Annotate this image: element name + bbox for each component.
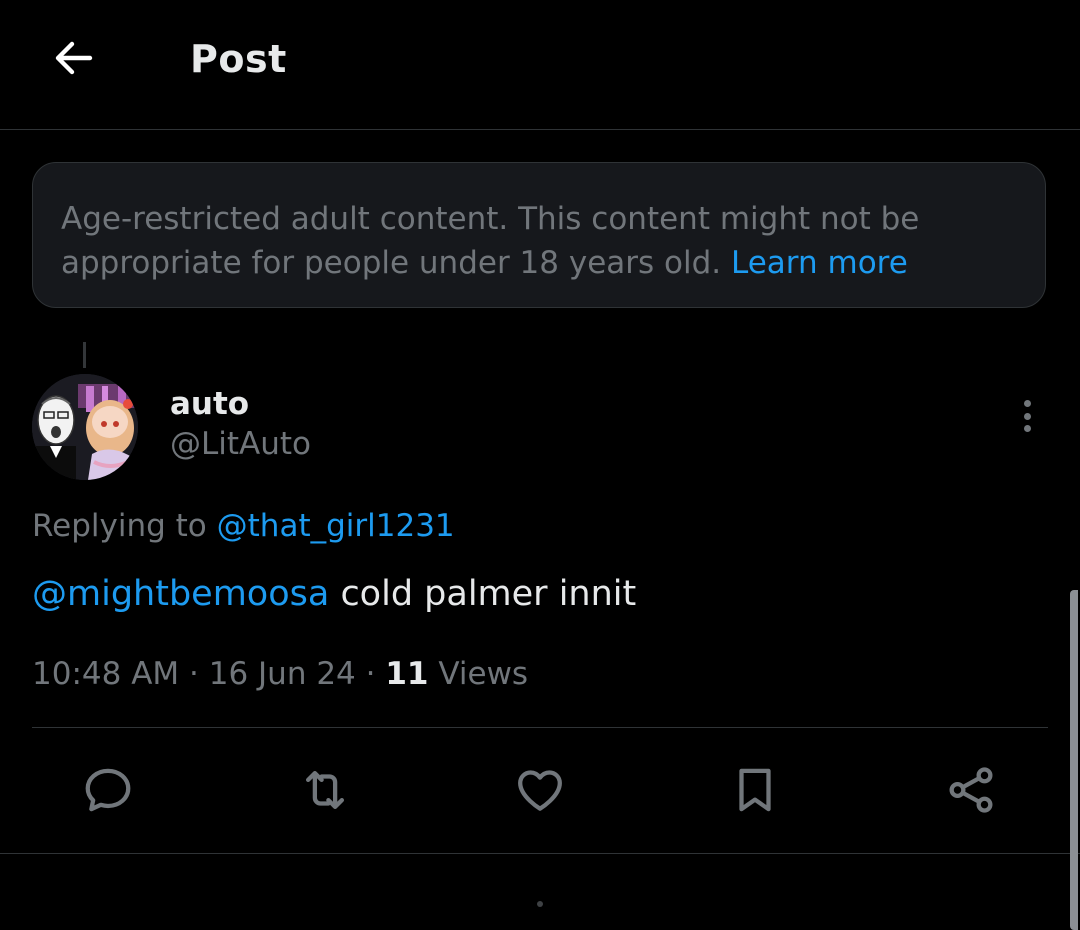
views-count[interactable]: 11 bbox=[385, 656, 428, 692]
more-options-button[interactable] bbox=[1010, 396, 1044, 436]
header-bar: Post bbox=[0, 0, 1080, 130]
more-vertical-icon bbox=[1023, 400, 1031, 407]
repost-button[interactable] bbox=[297, 762, 353, 818]
share-button[interactable] bbox=[943, 762, 999, 818]
tweet-body: cold palmer innit bbox=[340, 574, 637, 614]
reply-button[interactable] bbox=[80, 762, 136, 818]
heart-icon bbox=[518, 770, 562, 811]
share-icon bbox=[949, 767, 993, 813]
thread-connector-line bbox=[83, 342, 86, 368]
meta-separator: · bbox=[365, 656, 376, 692]
replying-to: Replying to @that_girl1231 bbox=[32, 504, 455, 548]
learn-more-link[interactable]: Learn more bbox=[731, 245, 908, 281]
avatar-image bbox=[32, 374, 138, 480]
tweet-meta: 10:48 AM · 16 Jun 24 · 11 Views bbox=[32, 652, 528, 696]
avatar[interactable] bbox=[32, 374, 138, 480]
like-button[interactable] bbox=[512, 762, 568, 818]
author-handle[interactable]: @LitAuto bbox=[170, 424, 311, 464]
arrow-left-icon bbox=[55, 41, 93, 75]
more-vertical-icon-dot bbox=[1023, 425, 1031, 432]
back-button[interactable] bbox=[44, 28, 104, 88]
replying-to-prefix: Replying to bbox=[32, 508, 207, 544]
author-display-name[interactable]: auto bbox=[170, 384, 249, 424]
scrollbar[interactable] bbox=[1070, 590, 1078, 930]
action-bar bbox=[0, 728, 1080, 852]
tweet-date[interactable]: 16 Jun 24 bbox=[209, 656, 356, 692]
bookmark-button[interactable] bbox=[727, 762, 783, 818]
views-label[interactable]: Views bbox=[438, 656, 528, 692]
age-restriction-notice: Age-restricted adult content. This conte… bbox=[32, 162, 1046, 308]
repost-icon bbox=[305, 770, 345, 810]
loading-indicator-dot bbox=[537, 901, 543, 907]
tweet-time[interactable]: 10:48 AM bbox=[32, 656, 179, 692]
divider bbox=[0, 853, 1080, 854]
meta-separator: · bbox=[189, 656, 199, 692]
bookmark-icon bbox=[739, 768, 771, 812]
more-vertical-icon-dot bbox=[1023, 412, 1031, 420]
replying-to-mention[interactable]: @that_girl1231 bbox=[217, 508, 455, 544]
tweet-mention[interactable]: @mightbemoosa bbox=[32, 574, 329, 614]
tweet-text: @mightbemoosa cold palmer innit bbox=[32, 570, 636, 618]
reply-icon bbox=[85, 768, 131, 812]
page-title: Post bbox=[190, 37, 287, 81]
